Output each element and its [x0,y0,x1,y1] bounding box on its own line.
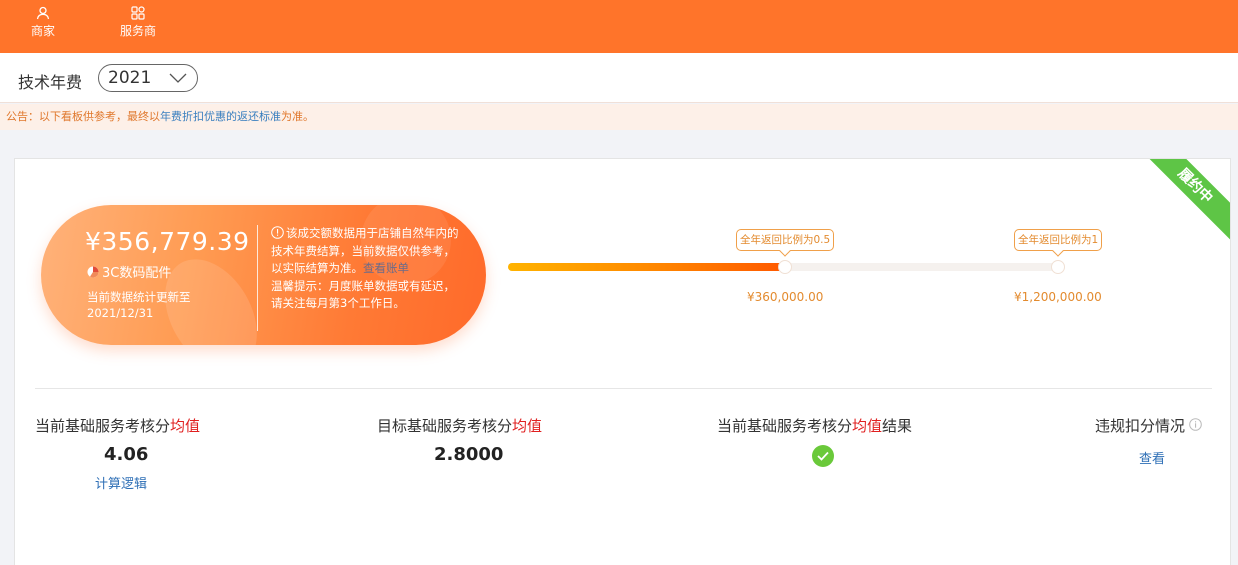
label-prefix: 目标基础服务考核分 [377,417,513,435]
progress-fill [508,263,783,271]
sales-summary-pill: ¥356,779.39 3C数码配件 当前数据统计更新至2021/12/31 该… [41,205,486,345]
metric-target-score-label: 目标基础服务考核分均值 [377,415,542,436]
page-title: 技术年费 [18,73,83,92]
check-icon [812,445,834,467]
nav-item-provider-label: 服务商 [119,24,156,38]
label-highlight: 均值 [512,417,543,435]
metric-current-score-label: 当前基础服务考核分均值 [35,415,200,436]
update-text: 当前数据统计更新至2021/12/31 [87,290,191,320]
calc-logic-link[interactable]: 计算逻辑 [95,473,147,492]
label-highlight: 均值 [170,417,201,435]
pill-divider [257,225,258,331]
milestone-dot [778,260,792,274]
top-nav-bar: 商家 服务商 [0,0,1238,53]
notice-bar: 公告：以下看板供参考，最终以年费折扣优惠的返还标准为准。 [0,104,1238,130]
milestone-dot [1051,260,1065,274]
view-violations-link[interactable]: 查看 [1139,448,1165,467]
category-badge: 3C数码配件 [87,262,171,281]
label-highlight: 均值 [852,417,883,435]
metric-current-score-value: 4.06 [104,444,149,465]
notice-highlight: 年费折扣优惠的返还标准 [160,110,281,123]
nav-item-merchant[interactable]: 商家 [28,6,58,38]
milestone-amount: ¥360,000.00 [747,290,824,304]
annual-fee-card: 履约中 ¥356,779.39 3C数码配件 当前数据统计更新至2021/12/… [14,158,1231,565]
metric-violation-label: 违规扣分情况 [1095,415,1202,436]
status-ribbon: 履约中 [1148,159,1230,241]
chevron-down-icon [169,73,187,83]
label-prefix: 当前基础服务考核分 [717,417,853,435]
status-ribbon-label: 履约中 [1148,159,1230,241]
view-bill-link[interactable]: 查看账单 [363,261,409,275]
info-icon [271,226,284,239]
sub-header: 技术年费 2021 [0,53,1238,103]
milestone-amount: ¥1,200,000.00 [1014,290,1102,304]
metric-target-score-value: 2.8000 [434,444,504,465]
label-prefix: 当前基础服务考核分 [35,417,171,435]
notice-suffix: 为准。 [281,110,314,123]
grid-icon [131,6,145,20]
year-select-value: 2021 [108,68,152,88]
info-circle-icon[interactable] [1189,418,1202,431]
milestone-tag: 全年返回比例为1 [1014,229,1103,251]
progress-track [508,260,1065,274]
notice-prefix: 公告：以下看板供参考，最终以 [6,110,160,123]
pie-chart-icon [87,266,99,277]
reminder-text: 温馨提示：月度账单数据或有延迟，请关注每月第3个工作日。 [271,278,455,311]
label-suffix: 结果 [882,417,913,435]
nav-item-merchant-label: 商家 [30,24,55,38]
nav-item-provider[interactable]: 服务商 [116,6,160,38]
milestone-tag: 全年返回比例为0.5 [736,229,835,251]
section-divider [35,388,1212,389]
sales-amount: ¥356,779.39 [85,227,250,256]
user-icon [36,6,50,20]
category-label: 3C数码配件 [102,266,172,281]
pill-description: 该成交额数据用于店铺自然年内的技术年费结算，当前数据仅供参考，以实际结算为准。查… [271,225,461,313]
year-select[interactable]: 2021 [98,64,198,92]
label-prefix: 违规扣分情况 [1095,417,1186,435]
metric-score-result-label: 当前基础服务考核分均值结果 [717,415,912,436]
